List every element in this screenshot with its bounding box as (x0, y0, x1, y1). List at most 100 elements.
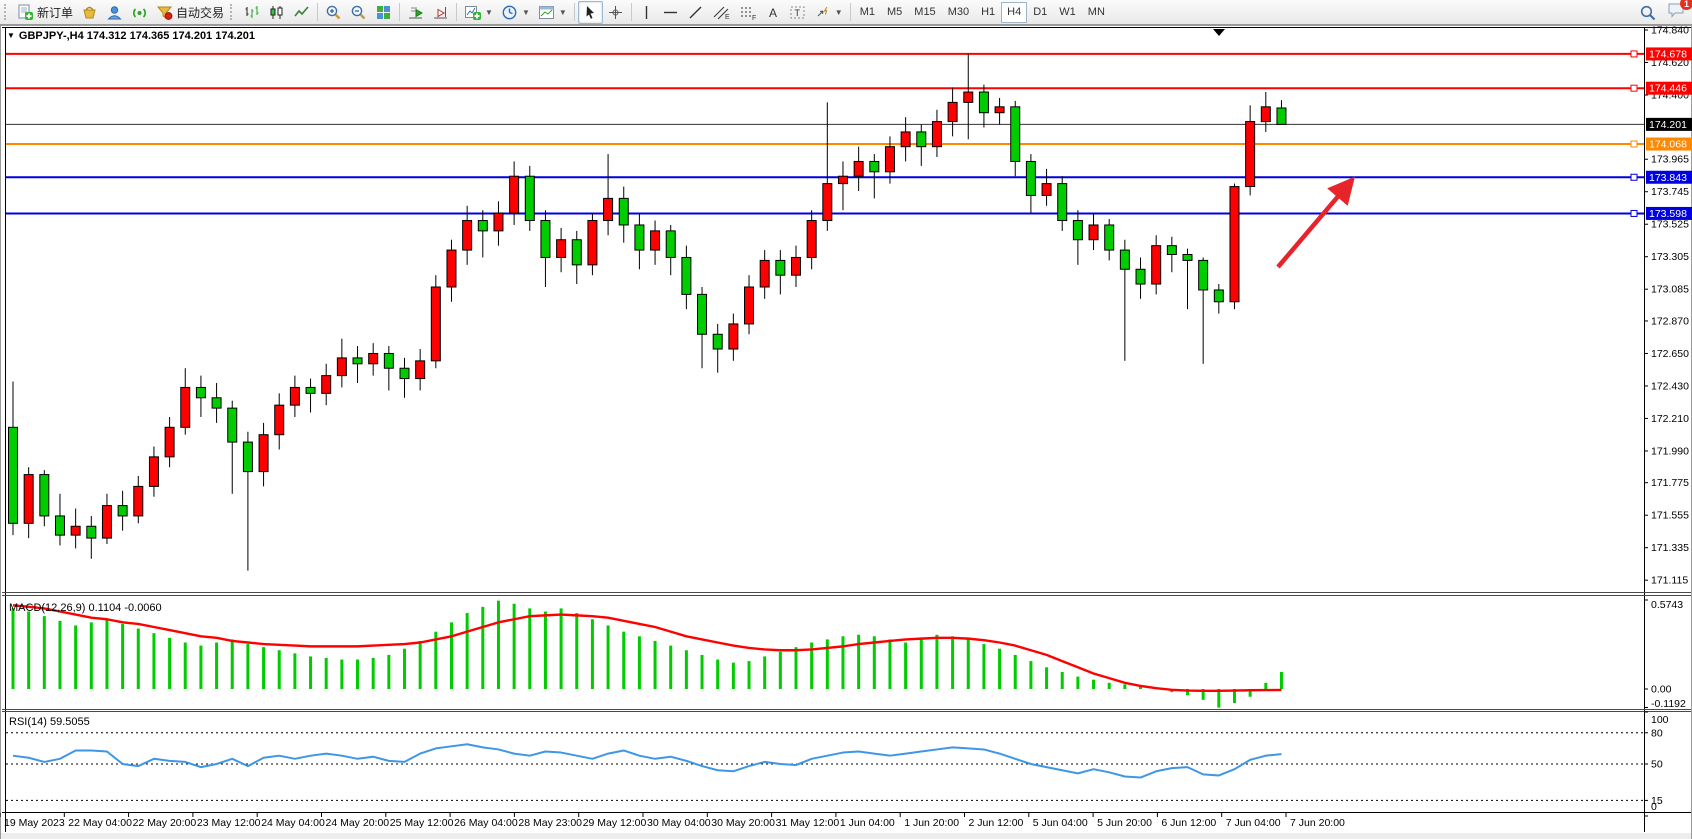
candle-body (698, 294, 707, 334)
timeframe-m30[interactable]: M30 (942, 2, 975, 23)
fibonacci-button[interactable]: F (735, 1, 762, 24)
fibonacci-icon: F (739, 4, 758, 21)
toolbar-separator (850, 3, 851, 21)
macd-histogram-bar (607, 625, 610, 689)
rsi-axis-label: 0 (1651, 801, 1657, 813)
zoom-out-button[interactable] (346, 1, 371, 24)
templates-button[interactable]: ▼ (534, 1, 571, 24)
vertical-line-button[interactable] (635, 1, 658, 24)
cursor-icon (582, 4, 599, 21)
macd-histogram-bar (920, 638, 923, 689)
macd-histogram-bar (716, 660, 719, 689)
candle-body (870, 161, 879, 171)
periods-button[interactable]: ▼ (497, 1, 534, 24)
chat-button[interactable]: 1 (1667, 1, 1686, 24)
search-icon[interactable] (1639, 4, 1657, 22)
candle-body (1073, 221, 1082, 240)
line-chart-button[interactable] (289, 1, 314, 24)
cursor-button[interactable] (578, 1, 603, 24)
level-line-handle[interactable] (1631, 141, 1637, 147)
bar-chart-icon (243, 4, 260, 21)
timeframe-h1[interactable]: H1 (975, 2, 1001, 23)
candle-body (1261, 107, 1270, 122)
macd-histogram-bar (450, 622, 453, 689)
macd-histogram-bar (152, 633, 155, 689)
equidistant-channel-button[interactable]: E (708, 1, 735, 24)
price-axis-label: 173.085 (1651, 284, 1689, 296)
text-label-button[interactable]: T (785, 1, 810, 24)
candle-body (885, 147, 894, 172)
candle-body (838, 176, 847, 183)
timeframe-d1[interactable]: D1 (1027, 2, 1053, 23)
timeframe-w1[interactable]: W1 (1053, 2, 1082, 23)
market-button[interactable] (77, 1, 102, 24)
macd-histogram-bar (340, 660, 343, 689)
chart-menu-icon[interactable]: ▼ (7, 31, 15, 40)
macd-histogram-bar (58, 621, 61, 689)
candle-body (322, 376, 331, 394)
price-axis-label: 173.525 (1651, 219, 1689, 231)
dropdown-arrow-icon: ▼ (559, 8, 567, 17)
price-axis-label: 171.555 (1651, 510, 1689, 522)
timeframe-h4[interactable]: H4 (1001, 2, 1027, 23)
candlestick-chart-button[interactable] (264, 1, 289, 24)
price-axis-label: 171.115 (1651, 575, 1688, 587)
macd-histogram-bar (982, 644, 985, 689)
candle-body (979, 92, 988, 113)
indicators-button[interactable]: ▼ (460, 1, 497, 24)
candle-body (635, 225, 644, 250)
candle-body (102, 506, 111, 538)
bar-chart-button[interactable] (239, 1, 264, 24)
candle-body (792, 257, 801, 275)
macd-histogram-bar (325, 658, 328, 689)
timeframe-m1[interactable]: M1 (854, 2, 881, 23)
tile-windows-icon (375, 4, 392, 21)
macd-histogram-bar (262, 647, 265, 689)
arrows-icon (814, 4, 831, 21)
timeframe-m5[interactable]: M5 (881, 2, 908, 23)
chart-area[interactable]: 174.840174.620174.400173.965173.745173.5… (0, 25, 1692, 839)
auto-scroll-button[interactable] (403, 1, 428, 24)
candle-body (964, 92, 973, 102)
svg-text:E: E (725, 14, 730, 21)
candle-body (510, 176, 519, 213)
chart-canvas[interactable]: 174.840174.620174.400173.965173.745173.5… (0, 25, 1692, 839)
text-button[interactable]: A (762, 1, 785, 24)
trendline-button[interactable] (683, 1, 708, 24)
candle-body (306, 387, 315, 393)
macd-histogram-bar (43, 616, 46, 689)
candle-body (149, 457, 158, 487)
level-line-handle[interactable] (1631, 210, 1637, 216)
autotrading-icon (156, 4, 173, 21)
candle-body (745, 287, 754, 324)
dropdown-arrow-icon: ▼ (835, 8, 843, 17)
macd-histogram-bar (575, 613, 578, 689)
price-axis-label: 172.870 (1651, 315, 1689, 327)
zoom-in-button[interactable] (321, 1, 346, 24)
community-button[interactable] (102, 1, 127, 24)
macd-axis-label: 0.5743 (1651, 599, 1683, 611)
crosshair-button[interactable] (603, 1, 628, 24)
macd-histogram-bar (1045, 667, 1048, 689)
level-line-handle[interactable] (1631, 51, 1637, 57)
timeframe-toolbar: M1M5M15M30H1H4D1W1MN (854, 2, 1111, 23)
autotrading-label: 自动交易 (176, 4, 224, 21)
horizontal-line-button[interactable] (658, 1, 683, 24)
tile-windows-button[interactable] (371, 1, 396, 24)
timeframe-m15[interactable]: M15 (908, 2, 941, 23)
candle-body (259, 435, 268, 472)
chart-shift-button[interactable] (428, 1, 453, 24)
timeframe-mn[interactable]: MN (1082, 2, 1111, 23)
equidistant-channel-icon: E (712, 4, 731, 21)
signals-button[interactable] (127, 1, 152, 24)
level-line-handle[interactable] (1631, 174, 1637, 180)
arrows-button[interactable]: ▼ (810, 1, 847, 24)
level-line-handle[interactable] (1631, 85, 1637, 91)
new-order-button[interactable]: 新订单 (13, 1, 77, 24)
macd-histogram-bar (967, 639, 970, 689)
autotrading-button[interactable]: 自动交易 (152, 1, 228, 24)
toolbar: 新订单 自动交易 (0, 0, 1692, 25)
candle-body (1089, 225, 1098, 240)
macd-histogram-bar (622, 632, 625, 689)
macd-histogram-bar (888, 639, 891, 689)
